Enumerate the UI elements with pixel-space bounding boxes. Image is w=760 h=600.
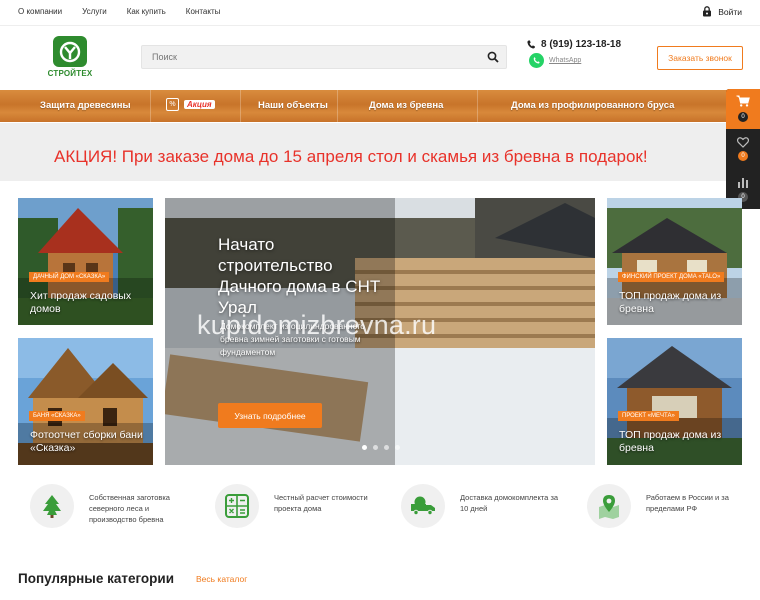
card-finnish-talo[interactable]: Финский проект дома «TALO» ТОП продаж до… xyxy=(607,198,742,325)
phone-icon xyxy=(527,40,535,49)
header: СТРОЙТЕХ 8 (919) 123-18-18 WhatsApp Зака… xyxy=(0,27,760,89)
nav-divider xyxy=(240,90,241,122)
slider-dot[interactable] xyxy=(395,445,400,450)
login-link[interactable]: Войти xyxy=(702,6,742,17)
login-label: Войти xyxy=(718,6,742,17)
logo-emblem xyxy=(53,36,87,67)
nav-divider xyxy=(150,90,151,122)
logo[interactable]: СТРОЙТЕХ xyxy=(44,36,96,82)
whatsapp-icon xyxy=(529,53,544,68)
card-tag: Дачный дом «Сказка» xyxy=(29,272,110,282)
slider-dot[interactable] xyxy=(384,445,389,450)
callback-button[interactable]: Заказать звонок xyxy=(657,46,743,70)
feature-text: Работаем в России и за пределами РФ xyxy=(646,493,729,513)
top-menu-contacts[interactable]: Контакты xyxy=(186,7,221,16)
nav-divider xyxy=(337,90,338,122)
cart-button[interactable]: 0 xyxy=(726,89,760,129)
main-nav: Защита древесины Наши объекты Дома из бр… xyxy=(0,90,760,122)
card-title: ТОП продаж дома из бревна xyxy=(619,290,722,315)
popular-categories-heading: Популярные категории xyxy=(18,571,174,586)
percent-icon: % xyxy=(166,98,179,111)
card-tag: Финский проект дома «TALO» xyxy=(618,272,725,282)
card-title: Фотоотчет сборки бани «Сказка» xyxy=(30,429,143,454)
top-menu-about[interactable]: О компании xyxy=(18,7,62,16)
hero-slider[interactable]: Начато строительство Дачного дома в СНТ … xyxy=(165,198,595,465)
calculator-icon xyxy=(215,484,259,528)
side-panel: 0 0 0 xyxy=(726,89,760,209)
nav-item-promo[interactable]: % Акция xyxy=(166,98,215,111)
all-catalog-link[interactable]: Весь каталог xyxy=(196,574,247,584)
card-title: Хит продаж садовых домов xyxy=(30,290,132,315)
learn-more-button[interactable]: Узнать подробнее xyxy=(218,403,322,428)
search-icon[interactable] xyxy=(487,51,499,63)
truck-icon xyxy=(401,484,445,528)
slide-title: Начато строительство Дачного дома в СНТ … xyxy=(218,235,381,317)
nav-item-timber-houses[interactable]: Дома из профилированного бруса xyxy=(511,100,674,111)
card-dacha-skazka[interactable]: Дачный дом «Сказка» Хит продаж садовых д… xyxy=(18,198,153,325)
search-bar xyxy=(141,45,507,69)
compare-icon[interactable] xyxy=(737,177,749,189)
promo-banner[interactable]: АКЦИЯ! При заказе дома до 15 апреля стол… xyxy=(0,123,726,181)
promo-banner-text: АКЦИЯ! При заказе дома до 15 апреля стол… xyxy=(54,147,648,166)
top-menu-how-to-buy[interactable]: Как купить xyxy=(127,7,166,16)
favorites-count: 0 xyxy=(738,151,748,161)
card-banya-skazka[interactable]: Баня «Сказка» Фотоотчет сборки бани «Ска… xyxy=(18,338,153,465)
top-bar: О компании Услуги Как купить Контакты Во… xyxy=(0,0,760,26)
phone-number[interactable]: 8 (919) 123-18-18 xyxy=(527,39,621,50)
search-input[interactable] xyxy=(142,46,472,68)
lock-icon xyxy=(703,6,712,17)
card-title: ТОП продаж дома из бревна xyxy=(619,429,722,454)
whatsapp-label: WhatsApp xyxy=(549,57,582,64)
cart-count: 0 xyxy=(738,112,748,122)
feature-fast-delivery: Доставка домокомплекта за 10 дней xyxy=(401,484,571,530)
card-tag: Баня «Сказка» xyxy=(29,411,85,421)
nav-item-our-objects[interactable]: Наши объекты xyxy=(258,100,328,111)
feature-fair-pricing: Честный расчет стоимости проекта дома xyxy=(215,484,385,530)
phone-text: 8 (919) 123-18-18 xyxy=(541,39,622,50)
card-tag: Проект «Мечта» xyxy=(618,411,679,421)
slider-dots xyxy=(362,445,400,450)
nav-divider xyxy=(477,90,478,122)
map-pin-icon xyxy=(587,484,631,528)
feature-text: Собственная заготовка северного леса и п… xyxy=(89,493,170,524)
heart-icon[interactable] xyxy=(737,137,749,148)
feature-own-forest: Собственная заготовка северного леса и п… xyxy=(30,484,200,530)
feature-worldwide: Работаем в России и за пределами РФ xyxy=(587,484,757,530)
card-mechta[interactable]: Проект «Мечта» ТОП продаж дома из бревна xyxy=(607,338,742,465)
slider-dot[interactable] xyxy=(362,445,367,450)
logo-text: СТРОЙТЕХ xyxy=(47,69,93,78)
nav-item-log-houses[interactable]: Дома из бревна xyxy=(369,100,443,111)
cart-icon xyxy=(736,95,750,107)
feature-text: Честный расчет стоимости проекта дома xyxy=(274,493,368,513)
whatsapp-link[interactable]: WhatsApp xyxy=(529,53,581,68)
site-watermark: kupidomizbrevna.ru xyxy=(197,310,437,340)
top-menu-services[interactable]: Услуги xyxy=(82,7,107,16)
top-menu: О компании Услуги Как купить Контакты xyxy=(18,7,220,16)
feature-text: Доставка домокомплекта за 10 дней xyxy=(460,493,559,513)
tree-icon xyxy=(30,484,74,528)
logo-mark-icon xyxy=(59,41,81,62)
slider-dot[interactable] xyxy=(373,445,378,450)
promo-label: Акция xyxy=(184,100,215,109)
nav-item-wood-protection[interactable]: Защита древесины xyxy=(40,100,131,111)
